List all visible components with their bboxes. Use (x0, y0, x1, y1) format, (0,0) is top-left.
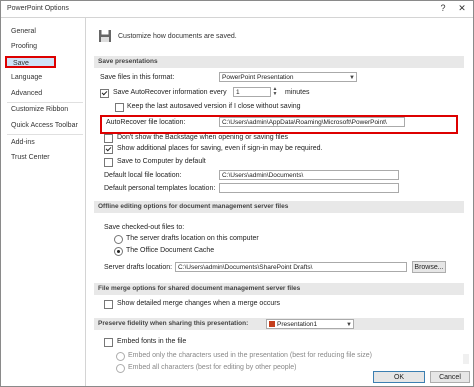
embed-only-radio[interactable] (116, 352, 125, 361)
powerpoint-icon (269, 321, 275, 328)
dont-show-backstage-checkbox[interactable] (104, 134, 113, 143)
format-label: Save files in this format: (100, 74, 175, 81)
autorecover-location-value: C:\Users\admin\AppData\Roaming\Microsoft… (222, 119, 387, 126)
save-to-computer-checkbox[interactable] (104, 158, 113, 167)
scrollbar[interactable] (463, 354, 469, 364)
ok-button[interactable]: OK (373, 371, 425, 383)
server-drafts-radio[interactable] (114, 235, 123, 244)
section-heading: File merge options for shared document m… (98, 285, 301, 292)
keep-last-label: Keep the last autosaved version if I clo… (127, 103, 301, 110)
format-value: PowerPoint Presentation (222, 74, 294, 81)
format-dropdown[interactable]: PowerPoint Presentation ▼ (219, 72, 357, 82)
sidebar-item-quick-access-toolbar[interactable]: Quick Access Toolbar (11, 122, 78, 129)
show-additional-places-label: Show additional places for saving, even … (117, 145, 323, 152)
autorecover-checkbox[interactable] (100, 89, 109, 98)
office-cache-option-label: The Office Document Cache (126, 247, 215, 254)
embed-fonts-label: Embed fonts in the file (117, 338, 187, 345)
browse-button[interactable]: Browse... (412, 261, 446, 273)
save-disk-icon (99, 30, 111, 42)
close-button[interactable]: ✕ (453, 2, 471, 15)
cancel-button[interactable]: Cancel (430, 371, 470, 383)
sidebar-item-save[interactable]: Save (5, 56, 56, 68)
help-button[interactable]: ? (434, 2, 452, 15)
minutes-label: minutes (285, 89, 310, 96)
dont-show-backstage-label: Don't show the Backstage when opening or… (117, 134, 288, 141)
sidebar-item-trust-center[interactable]: Trust Center (11, 154, 50, 161)
server-drafts-location-label: Server drafts location: (104, 264, 173, 271)
sidebar-item-add-ins[interactable]: Add-ins (11, 139, 35, 146)
window-title: PowerPoint Options (7, 5, 69, 12)
default-personal-input[interactable] (219, 183, 399, 193)
section-heading: Offline editing options for document man… (98, 203, 289, 210)
chevron-down-icon: ▼ (346, 322, 352, 328)
autorecover-label: Save AutoRecover information every (113, 89, 227, 96)
embed-all-label: Embed all characters (best for editing b… (128, 364, 297, 371)
section-save-presentations: Save presentations (94, 56, 464, 68)
server-drafts-option-label: The server drafts location on this compu… (126, 235, 259, 242)
autorecover-location-input[interactable]: C:\Users\admin\AppData\Roaming\Microsoft… (219, 117, 405, 127)
default-local-label: Default local file location: (104, 172, 182, 179)
presentation-value: Presentation1 (277, 321, 318, 328)
embed-all-radio[interactable] (116, 364, 125, 373)
autorecover-minutes-value: 1 (236, 89, 240, 96)
autorecover-location-label: AutoRecover file location: (106, 119, 186, 126)
office-cache-radio[interactable] (114, 247, 123, 256)
autorecover-minutes-input[interactable]: 1 (233, 87, 271, 97)
default-personal-label: Default personal templates location: (104, 185, 216, 192)
page-header: Customize how documents are saved. (118, 33, 237, 40)
sidebar-item-general[interactable]: General (11, 28, 36, 35)
sidebar-item-customize-ribbon[interactable]: Customize Ribbon (11, 106, 68, 113)
save-to-computer-label: Save to Computer by default (117, 158, 206, 165)
keep-last-checkbox[interactable] (115, 103, 124, 112)
sidebar-item-proofing[interactable]: Proofing (11, 43, 37, 50)
show-additional-places-checkbox[interactable] (104, 145, 113, 154)
sidebar-item-advanced[interactable]: Advanced (11, 90, 42, 97)
default-local-input[interactable]: C:\Users\admin\Documents\ (219, 170, 399, 180)
show-detailed-merge-checkbox[interactable] (104, 300, 113, 309)
embed-only-label: Embed only the characters used in the pr… (128, 352, 372, 359)
embed-fonts-checkbox[interactable] (104, 338, 113, 347)
server-drafts-location-value: C:\Users\admin\Documents\SharePoint Draf… (178, 264, 313, 271)
sidebar-item-language[interactable]: Language (11, 74, 42, 81)
main-panel: Customize how documents are saved. Save … (86, 18, 472, 386)
options-dialog: PowerPoint Options ? ✕ General Proofing … (0, 0, 474, 387)
sidebar-divider (7, 102, 83, 103)
server-drafts-location-input[interactable]: C:\Users\admin\Documents\SharePoint Draf… (175, 262, 407, 272)
section-file-merge: File merge options for shared document m… (94, 283, 464, 295)
section-offline-editing: Offline editing options for document man… (94, 201, 464, 213)
section-heading: Preserve fidelity when sharing this pres… (98, 320, 249, 327)
title-bar: PowerPoint Options ? ✕ (1, 1, 473, 18)
chevron-down-icon: ▼ (349, 75, 355, 81)
section-heading: Save presentations (98, 58, 158, 65)
sidebar-divider (7, 134, 83, 135)
default-local-value: C:\Users\admin\Documents\ (222, 172, 304, 179)
show-detailed-merge-label: Show detailed merge changes when a merge… (117, 300, 281, 307)
sidebar: General Proofing Save Language Advanced … (1, 18, 86, 386)
minutes-spinner-icon[interactable]: ▲ ▼ (271, 87, 279, 97)
save-checked-out-label: Save checked-out files to: (104, 224, 185, 231)
presentation-dropdown[interactable]: Presentation1 ▼ (266, 319, 354, 329)
